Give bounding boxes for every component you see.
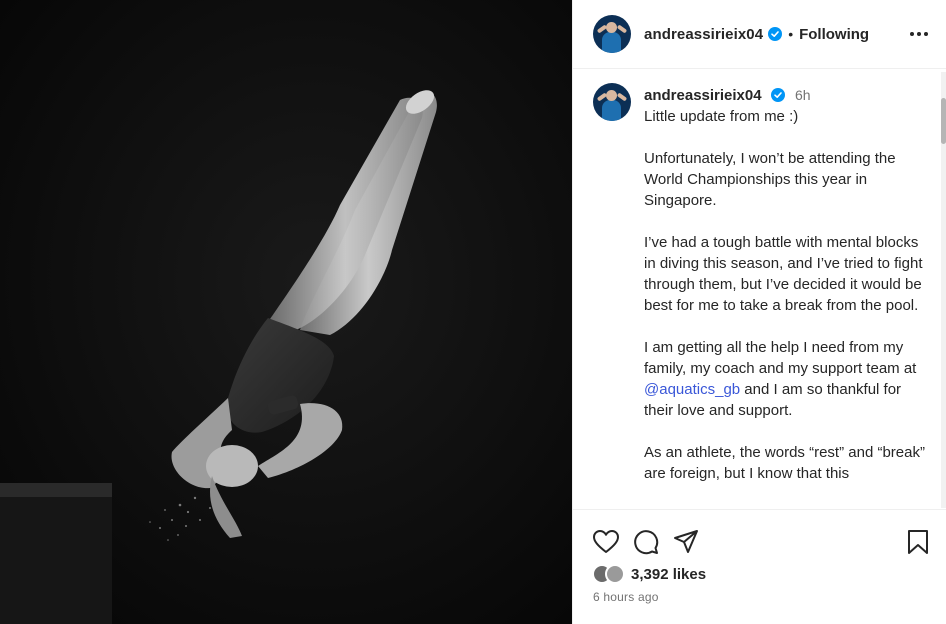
comments-section[interactable]: andreassirieix04 6h Little update from m… [573, 70, 946, 510]
caption-avatar[interactable] [593, 83, 631, 121]
post-header: andreassirieix04 • Following [573, 0, 946, 69]
caption-time[interactable]: 6h [795, 87, 811, 103]
caption: andreassirieix04 6h Little update from m… [573, 70, 946, 484]
caption-username[interactable]: andreassirieix04 [644, 87, 762, 104]
caption-paragraph: I am getting all the help I need from my… [644, 337, 930, 421]
caption-paragraph: Unfortunately, I won’t be attending the … [644, 150, 896, 209]
verified-icon [768, 27, 783, 41]
header-username[interactable]: andreassirieix04 [644, 26, 763, 43]
post-actions: 3,392 likes 6 hours ago [573, 509, 946, 624]
post-view: andreassirieix04 • Following andreassiri… [0, 0, 946, 624]
caption-text: andreassirieix04 6h Little update from m… [644, 83, 930, 484]
comment-icon[interactable] [632, 528, 660, 556]
likes-row[interactable]: 3,392 likes [573, 559, 946, 584]
diver-image [0, 0, 572, 624]
liker-avatar [605, 564, 625, 584]
share-icon[interactable] [672, 528, 700, 556]
avatar[interactable] [593, 15, 631, 53]
scrollbar-thumb[interactable] [941, 98, 946, 144]
caption-paragraph: As an athlete, the words “rest” and “bre… [644, 444, 925, 482]
post-photo[interactable] [0, 0, 572, 624]
heart-icon[interactable] [592, 528, 620, 556]
separator-dot: • [788, 26, 794, 42]
platform-block [0, 483, 112, 624]
post-timestamp[interactable]: 6 hours ago [573, 584, 946, 604]
scrollbar[interactable] [941, 72, 946, 508]
caption-text-part: I am getting all the help I need from my… [644, 339, 917, 377]
bookmark-icon[interactable] [904, 528, 932, 556]
post-sidebar: andreassirieix04 • Following andreassiri… [572, 0, 946, 624]
following-button[interactable]: Following [799, 26, 869, 43]
verified-icon [770, 88, 785, 102]
likes-count[interactable]: 3,392 likes [631, 566, 706, 583]
caption-paragraph: Little update from me :) [644, 108, 799, 125]
caption-paragraph: I’ve had a tough battle with mental bloc… [644, 234, 923, 314]
mention-link[interactable]: @aquatics_gb [644, 381, 740, 398]
more-options-icon[interactable] [906, 28, 932, 40]
